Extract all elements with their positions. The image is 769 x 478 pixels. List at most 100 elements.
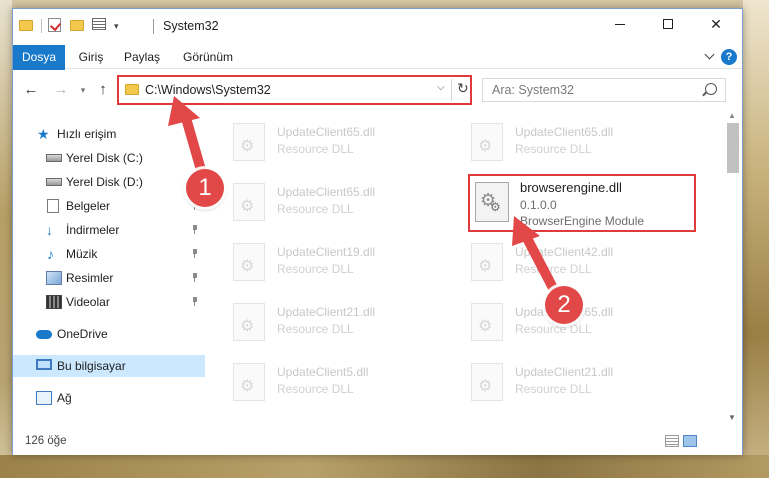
item-count: 126 öğe: [25, 435, 67, 447]
list-item[interactable]: UpdateClient5.dll Resource DLL: [233, 359, 463, 405]
list-item[interactable]: UpdateClient19.dll Resource DLL: [233, 239, 463, 285]
sidebar-item-disk-c[interactable]: Yerel Disk (C:): [13, 147, 205, 169]
pin-icon[interactable]: [191, 249, 199, 258]
dll-file-icon: [471, 243, 503, 281]
customize-toolbar-icon[interactable]: ▾: [114, 21, 119, 32]
ribbon-tabs: Dosya Giriş Paylaş Görünüm ?: [13, 45, 742, 91]
sidebar-item-label: Ağ: [57, 391, 72, 405]
new-folder-icon[interactable]: [70, 18, 86, 34]
list-item[interactable]: UpdateClient65.dll Resource DLL: [233, 179, 463, 225]
file-name: UpdateClient65.dll: [515, 125, 614, 139]
status-bar: 126 öğe: [13, 429, 742, 455]
forward-button[interactable]: →: [51, 80, 71, 100]
address-dropdown-icon[interactable]: ⌵: [437, 82, 445, 93]
sidebar-item-quick-access[interactable]: ★ Hızlı erişim: [13, 123, 205, 145]
search-placeholder: Ara: System32: [492, 83, 574, 97]
quick-access-toolbar: ▾: [19, 18, 119, 34]
details-view-icon[interactable]: [665, 435, 679, 447]
dll-file-icon: [233, 183, 265, 221]
refresh-icon[interactable]: ↻: [457, 80, 469, 97]
properties-icon[interactable]: [92, 18, 108, 34]
expand-ribbon-icon[interactable]: [705, 51, 715, 61]
sidebar-item-label: Videolar: [66, 295, 110, 309]
list-item[interactable]: UpdateClient42.dll Resource DLL: [471, 239, 701, 285]
title-bar: ▾ System32 ✕: [13, 9, 742, 45]
tab-share[interactable]: Paylaş: [117, 45, 167, 69]
download-icon: ↓: [46, 222, 53, 238]
recent-locations-button[interactable]: ▾: [73, 80, 93, 100]
file-name: UpdateClient65.dll: [277, 185, 376, 199]
sidebar-item-pictures[interactable]: Resimler: [13, 267, 205, 289]
file-name: UpdateClient21.dll: [515, 365, 614, 379]
tab-home[interactable]: Giriş: [71, 45, 111, 69]
sidebar-item-network[interactable]: Ağ: [13, 387, 205, 409]
sidebar-item-music[interactable]: ♪ Müzik: [13, 243, 205, 265]
title-divider: [153, 19, 154, 34]
close-icon: ✕: [710, 15, 722, 32]
folder-icon: [19, 18, 35, 34]
scroll-thumb[interactable]: [727, 123, 739, 173]
file-type: Resource DLL: [515, 142, 592, 156]
scroll-up-icon[interactable]: ▲: [728, 111, 736, 120]
desktop-background: [743, 0, 769, 478]
sidebar-item-this-pc[interactable]: Bu bilgisayar: [13, 355, 205, 377]
list-item[interactable]: UpdateClient65.dll Resource DLL: [471, 299, 701, 345]
up-button[interactable]: ↑: [93, 80, 113, 100]
window-title: System32: [163, 19, 219, 33]
sidebar-item-documents[interactable]: Belgeler: [13, 195, 205, 217]
navigation-bar: ← → ▾ ↑ C:\Windows\System32 ⌵ ↻ Ara: Sys…: [13, 70, 742, 108]
sidebar-item-label: Belgeler: [66, 199, 111, 213]
minimize-button[interactable]: [597, 9, 643, 39]
sidebar-item-onedrive[interactable]: OneDrive: [13, 323, 205, 345]
pin-icon[interactable]: [191, 273, 199, 282]
address-divider: [451, 79, 452, 101]
list-item[interactable]: UpdateClient65.dll Resource DLL: [233, 119, 463, 165]
sidebar-item-videos[interactable]: Videolar: [13, 291, 205, 313]
maximize-button[interactable]: [645, 9, 691, 39]
tab-view[interactable]: Görünüm: [175, 45, 241, 69]
file-type: Resource DLL: [277, 382, 354, 396]
desktop-background: [0, 455, 769, 478]
search-icon: [705, 83, 717, 95]
file-type: Resource DLL: [515, 262, 592, 276]
vertical-scrollbar[interactable]: ▲ ▼: [724, 109, 742, 427]
help-icon[interactable]: ?: [721, 49, 737, 65]
dll-file-icon: [471, 363, 503, 401]
computer-icon: [36, 359, 52, 370]
explorer-window: ▾ System32 ✕ Dosya Giriş Paylaş Görünüm …: [12, 8, 743, 455]
star-icon: ★: [37, 126, 50, 142]
list-item[interactable]: UpdateClient21.dll Resource DLL: [471, 359, 701, 405]
file-type: Resource DLL: [277, 262, 354, 276]
address-bar[interactable]: C:\Windows\System32 ⌵ ↻: [117, 75, 472, 105]
large-icons-view-icon[interactable]: [683, 435, 697, 447]
sidebar-item-disk-d[interactable]: Yerel Disk (D:): [13, 171, 205, 193]
list-item[interactable]: UpdateClient21.dll Resource DLL: [233, 299, 463, 345]
scroll-down-icon[interactable]: ▼: [728, 413, 736, 422]
dll-file-icon: [233, 123, 265, 161]
sidebar-item-label: İndirmeler: [66, 223, 120, 237]
pin-icon[interactable]: [191, 297, 199, 306]
pin-icon[interactable]: [191, 225, 199, 234]
file-type: Resource DLL: [515, 382, 592, 396]
cloud-icon: [36, 330, 52, 339]
address-path: C:\Windows\System32: [145, 83, 271, 97]
file-name: UpdateClient21.dll: [277, 305, 376, 319]
dll-file-icon: [233, 303, 265, 341]
properties-check-icon[interactable]: [48, 18, 64, 34]
documents-icon: [47, 199, 59, 213]
minimize-icon: [615, 23, 625, 25]
gear-icon: ⚙: [490, 200, 501, 214]
maximize-icon: [663, 19, 673, 29]
highlighted-file-item[interactable]: ⚙ ⚙ browserengine.dll 0.1.0.0 BrowserEng…: [468, 174, 696, 232]
sidebar-item-label: Resimler: [66, 271, 114, 285]
sidebar-item-label: Yerel Disk (C:): [66, 151, 143, 165]
file-type: Resource DLL: [277, 202, 354, 216]
sidebar-item-label: Müzik: [66, 247, 98, 261]
search-input[interactable]: Ara: System32: [482, 78, 726, 102]
file-type: Resource DLL: [277, 142, 354, 156]
sidebar-item-downloads[interactable]: ↓ İndirmeler: [13, 219, 205, 241]
file-type: Resource DLL: [277, 322, 354, 336]
list-item[interactable]: UpdateClient65.dll Resource DLL: [471, 119, 701, 165]
close-button[interactable]: ✕: [693, 9, 739, 39]
back-button[interactable]: ←: [21, 80, 41, 100]
